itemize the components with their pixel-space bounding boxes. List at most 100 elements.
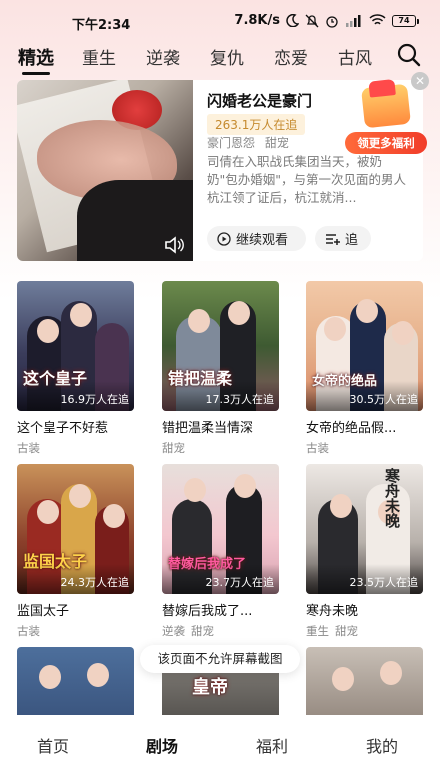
featured-video[interactable] [17,80,193,261]
follow-label: 追 [345,233,359,248]
bottom-nav: 首页 剧场 福利 我的 [0,715,440,770]
drama-tags: 古装 [17,623,134,639]
viewer-count: 23.5万人在追 [349,576,419,589]
active-tab-indicator [22,72,50,75]
tab-romance[interactable]: 恋爱 [274,44,308,69]
viewer-count: 30.5万人在追 [349,393,419,406]
tag: 逆袭 [162,624,185,638]
tag: 甜宠 [264,136,289,150]
cover-face [356,299,378,323]
drama-cover[interactable]: 替嫁后我成了 23.7万人在追 [162,464,279,594]
drama-cover[interactable]: 女帝的绝品 30.5万人在追 [306,281,423,411]
viewer-count: 24.3万人在追 [60,576,130,589]
continue-watching-button[interactable]: 继续观看 [207,226,306,251]
screenshot-blocked-toast: 该页面不允许屏幕截图 [140,645,300,673]
drama-card[interactable]: 寒舟未晚 23.5万人在追 寒舟未晚 重生 甜宠 [306,464,423,639]
cover-face [228,301,250,325]
cover-face [188,309,210,333]
cover-face [392,321,414,345]
nav-home[interactable]: 首页 [37,733,69,757]
continue-watching-label: 继续观看 [236,233,289,248]
drama-tags: 甜宠 [162,440,279,456]
battery-icon: 74 [392,14,419,27]
cover-face [234,474,256,498]
drama-tags: 古装 [17,440,134,456]
viewer-count: 16.9万人在追 [60,393,130,406]
welfare-promo[interactable]: 领更多福利 [345,83,427,154]
viewer-count: 23.7万人在追 [205,576,275,589]
drama-card[interactable] [17,647,134,715]
tag: 甜宠 [191,624,214,638]
tag: 重生 [306,624,329,638]
cover-face [380,661,402,685]
nav-theater[interactable]: 剧场 [146,733,178,757]
viewer-count: 17.3万人在追 [205,393,275,406]
drama-title[interactable]: 替嫁后我成了... [162,600,279,619]
cover-face [87,663,109,687]
volume-icon[interactable] [164,236,184,254]
drama-card[interactable]: 监国太子 24.3万人在追 监国太子 古装 [17,464,134,639]
moon-icon [286,14,299,27]
status-time: 下午2:34 [72,18,131,33]
tab-rebirth[interactable]: 重生 [82,44,116,69]
featured-title[interactable]: 闪婚老公是豪门 [207,90,312,111]
search-icon[interactable] [396,42,422,68]
drama-title[interactable]: 寒舟未晚 [306,600,423,619]
cover-title: 寒舟未晚 [383,468,401,528]
drama-tags: 重生 甜宠 [306,623,423,639]
status-bar: 下午2:34 7.8K/s 74 [0,0,440,40]
tag: 甜宠 [335,624,358,638]
drama-card[interactable] [306,647,423,715]
tab-revenge[interactable]: 复仇 [210,44,244,69]
signal-icon [346,14,361,27]
featured-description: 司倩在入职战氏集团当天，被奶奶"包办婚姻"，与第一次见面的男人杭江领了证后，杭江… [207,154,406,205]
tag: 古装 [17,624,40,638]
drama-tags: 逆袭 甜宠 [162,623,279,639]
drama-title[interactable]: 监国太子 [17,600,134,619]
category-tabs: 精选 重生 逆袭 复仇 恋爱 古风 [0,40,440,76]
drama-card[interactable]: 女帝的绝品 30.5万人在追 女帝的绝品假... 古装 [306,281,423,456]
drama-card[interactable]: 替嫁后我成了 23.7万人在追 替嫁后我成了... 逆袭甜宠 [162,464,279,639]
welfare-promo-label: 领更多福利 [345,132,427,154]
tag: 豪门恩怨 [207,136,256,150]
drama-cover[interactable]: 监国太子 24.3万人在追 [17,464,134,594]
tab-ancient[interactable]: 古风 [338,44,372,69]
follow-list-icon [326,233,340,245]
featured-viewer-count: 263.1万人在追 [207,114,306,135]
nav-profile[interactable]: 我的 [366,733,398,757]
drama-card[interactable]: 错把温柔 17.3万人在追 错把温柔当情深 甜宠 [162,281,279,456]
wifi-icon [369,14,386,25]
tab-comeback[interactable]: 逆袭 [146,44,180,69]
drama-cover[interactable]: 错把温柔 17.3万人在追 [162,281,279,411]
cover-face [330,494,352,518]
network-speed: 7.8K/s [234,13,280,28]
drama-title[interactable]: 错把温柔当情深 [162,417,279,436]
drama-cover[interactable] [17,647,134,715]
drama-cover[interactable]: 这个皇子 16.9万人在追 [17,281,134,411]
alarm-icon [326,15,338,28]
cover-face [184,478,206,502]
drama-cover[interactable]: 寒舟未晚 23.5万人在追 [306,464,423,594]
drama-card[interactable]: 这个皇子 16.9万人在追 这个皇子不好惹 古装 [17,281,134,456]
cover-face [332,667,354,691]
cover-face [103,504,125,528]
follow-button[interactable]: 追 [315,226,371,251]
cover-face [69,484,91,508]
drama-title[interactable]: 这个皇子不好惹 [17,417,134,436]
tag: 甜宠 [162,441,185,455]
tag: 古装 [17,441,40,455]
status-icons: 7.8K/s 74 [234,13,419,28]
drama-title[interactable]: 女帝的绝品假... [306,417,423,436]
featured-tags: 豪门恩怨 甜宠 [207,134,295,151]
cover-face [324,317,346,341]
cover-face [37,500,59,524]
drama-tags: 古装 [306,440,423,456]
play-circle-icon [217,231,231,246]
cover-face [39,665,61,689]
cover-title: 皇帝 [192,677,228,698]
drama-cover[interactable] [306,647,423,715]
close-icon[interactable]: ✕ [411,72,429,90]
nav-welfare[interactable]: 福利 [256,733,288,757]
tab-featured[interactable]: 精选 [18,44,54,70]
gift-box-icon [361,83,411,129]
